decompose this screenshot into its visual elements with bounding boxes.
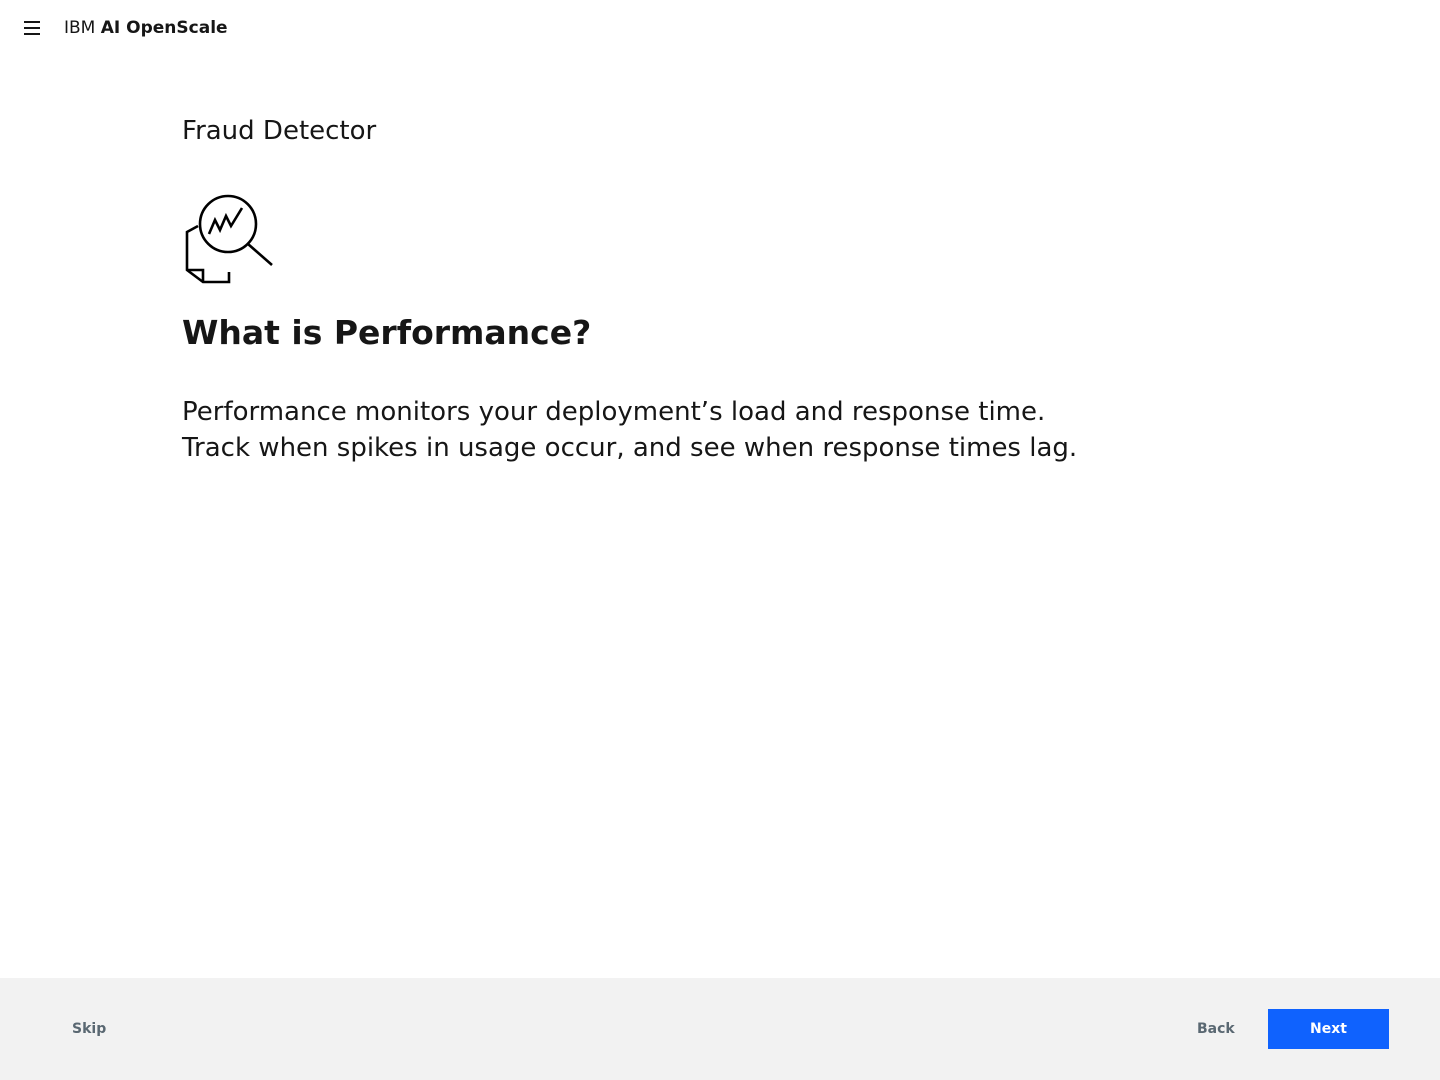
skip-button[interactable]: Skip bbox=[56, 1009, 122, 1049]
tour-content: Fraud Detector What is Performance? Perf… bbox=[182, 110, 1182, 466]
tour-footer: Skip Back Next bbox=[0, 978, 1440, 1080]
next-button[interactable]: Next bbox=[1268, 1009, 1389, 1049]
hamburger-menu-button[interactable] bbox=[16, 12, 48, 44]
page-title: What is Performance? bbox=[182, 313, 592, 352]
description-line-1: Performance monitors your deployment’s l… bbox=[182, 397, 1046, 427]
performance-magnifier-icon bbox=[182, 194, 274, 286]
app-brand[interactable]: IBM AI OpenScale bbox=[64, 16, 228, 40]
brand-prefix: IBM bbox=[64, 18, 96, 38]
description-line-2: Track when spikes in usage occur, and se… bbox=[182, 433, 1078, 463]
model-name: Fraud Detector bbox=[182, 116, 377, 146]
hamburger-menu-icon bbox=[24, 21, 40, 35]
app-header: IBM AI OpenScale bbox=[0, 0, 1440, 56]
description: Performance monitors your deployment’s l… bbox=[182, 394, 1182, 466]
brand-name: AI OpenScale bbox=[100, 18, 228, 38]
back-button[interactable]: Back bbox=[1181, 1009, 1251, 1049]
